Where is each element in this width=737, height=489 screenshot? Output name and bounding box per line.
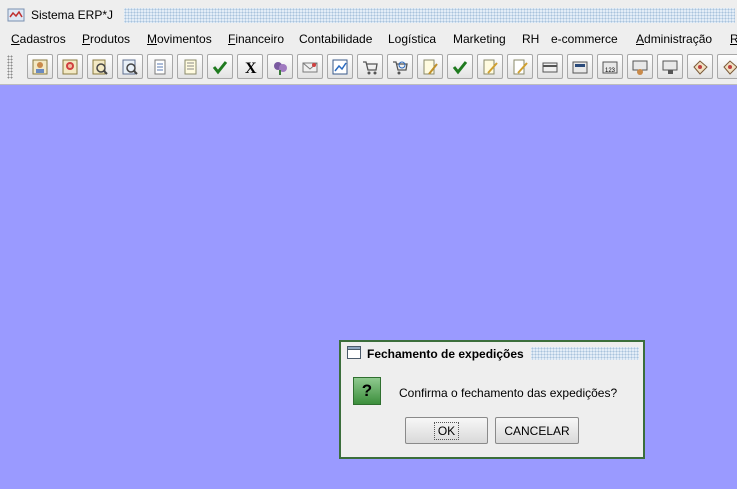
window-title: Sistema ERP*J — [31, 8, 114, 22]
menu-contabilidade[interactable]: Contabilidade — [299, 32, 372, 46]
document-list-icon — [154, 59, 166, 74]
toolbar-button-terminal-lock[interactable] — [657, 54, 683, 79]
toolbar-button-contact-card-red[interactable] — [57, 54, 83, 79]
dialog-titlebar[interactable]: Fechamento de expedições — [341, 342, 643, 364]
toolbar-button-checklist[interactable] — [177, 54, 203, 79]
menu-financeiro[interactable]: Financeiro — [228, 32, 284, 46]
chart-icon — [332, 59, 348, 74]
toolbar-button-shopping-cart[interactable] — [357, 54, 383, 79]
card-icon — [542, 62, 558, 72]
checklist-icon — [184, 59, 197, 74]
toolbar-button-close-x[interactable]: X — [237, 54, 263, 79]
close-x-icon: X — [245, 60, 257, 76]
toolbar-button-document-pencil[interactable] — [477, 54, 503, 79]
menu-cadastros[interactable]: Cadastros — [11, 32, 66, 46]
envelope-icon — [302, 62, 318, 72]
shopping-cart-icon — [363, 60, 378, 74]
svg-text:123: 123 — [605, 68, 616, 74]
menu-r[interactable]: R — [730, 32, 737, 46]
toolbar-button-document-tools[interactable] — [417, 54, 443, 79]
toolbar-button-card-number[interactable]: 123 — [597, 54, 623, 79]
question-icon: ? — [353, 377, 381, 405]
menu-rh[interactable]: RH — [522, 32, 539, 46]
toolbar-button-envelope[interactable] — [297, 54, 323, 79]
ok-button-label: OK — [433, 421, 460, 440]
toolbar-button-card[interactable] — [537, 54, 563, 79]
document-tools-icon — [423, 59, 438, 75]
toolbar-button-contact-card[interactable] — [27, 54, 53, 79]
menubar: Cadastros Produtos Movimentos Financeiro… — [0, 30, 737, 50]
search-person-icon — [92, 59, 108, 75]
dialog-message: Confirma o fechamento das expedições? — [399, 386, 618, 400]
toolbar-button-flowers[interactable] — [267, 54, 293, 79]
contact-card-red-icon — [62, 59, 78, 74]
toolbar-button-search-person-alt[interactable] — [117, 54, 143, 79]
menu-logistica[interactable]: Logística — [388, 32, 436, 46]
toolbar-button-search-person[interactable] — [87, 54, 113, 79]
toolbar-button-chart[interactable] — [327, 54, 353, 79]
document-pencil-icon — [483, 59, 498, 74]
toolbar-button-document-list[interactable] — [147, 54, 173, 79]
menu-movimentos[interactable]: Movimentos — [147, 32, 212, 46]
checkmark-green-icon — [452, 60, 468, 74]
menu-produtos[interactable]: Produtos — [82, 32, 130, 46]
window-titlebar[interactable]: Sistema ERP*J — [0, 0, 737, 31]
window-icon — [347, 346, 361, 359]
toolbar-button-shopping-cart-search[interactable] — [387, 54, 413, 79]
toolbar-grip[interactable] — [7, 55, 13, 79]
app-icon — [7, 8, 25, 22]
box-tag-alt-icon — [723, 59, 737, 75]
card-number-icon: 123 — [602, 61, 618, 74]
box-tag-icon — [693, 59, 708, 75]
menu-marketing[interactable]: Marketing — [453, 32, 506, 46]
toolbar-button-card-machine[interactable] — [567, 54, 593, 79]
search-person-alt-icon — [122, 59, 138, 75]
flowers-icon — [274, 61, 287, 75]
toolbar-button-box-tag[interactable] — [687, 54, 713, 79]
toolbar-button-checkmark[interactable] — [207, 54, 233, 79]
terminal-user-icon — [632, 60, 648, 75]
dialog-drag-area[interactable] — [531, 347, 639, 360]
terminal-lock-icon — [662, 60, 678, 74]
svg-text:X: X — [245, 60, 257, 76]
dialog-title: Fechamento de expedições — [367, 347, 524, 361]
toolbar: X 123 — [0, 50, 737, 85]
shopping-cart-search-icon — [393, 60, 408, 74]
document-pencil-alt-icon — [513, 59, 528, 74]
menu-ecommerce[interactable]: e-commerce — [551, 32, 618, 46]
card-machine-icon — [572, 61, 588, 73]
toolbar-button-checkmark-green[interactable] — [447, 54, 473, 79]
toolbar-button-box-tag-alt[interactable] — [717, 54, 737, 79]
menu-administracao[interactable]: Administração — [636, 32, 712, 46]
titlebar-drag-area[interactable] — [124, 8, 735, 23]
toolbar-button-document-pencil-alt[interactable] — [507, 54, 533, 79]
confirm-dialog: Fechamento de expedições ? Confirma o fe… — [339, 340, 645, 459]
checkmark-icon — [212, 60, 228, 74]
cancel-button[interactable]: CANCELAR — [495, 417, 579, 444]
toolbar-button-terminal-user[interactable] — [627, 54, 653, 79]
contact-card-icon — [32, 59, 48, 74]
ok-button[interactable]: OK — [405, 417, 488, 444]
